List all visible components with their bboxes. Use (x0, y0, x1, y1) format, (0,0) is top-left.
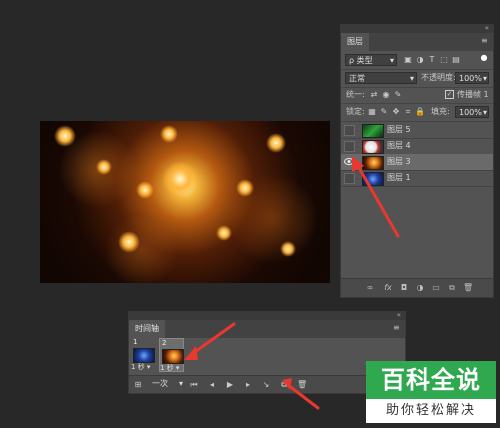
delete-frame-icon[interactable]: 🗑 (297, 380, 307, 390)
filter-row: ρ 类型 ▾ ▣ ◑ T ⬚ ▤ ● (341, 51, 493, 70)
timeline-frame[interactable]: 1 1 秒 ▾ (131, 338, 156, 372)
watermark-title: 百科全说 (366, 361, 496, 399)
adjustment-filter-icon[interactable]: ◑ (415, 55, 425, 65)
delete-layer-icon[interactable]: 🗑 (463, 283, 473, 293)
prev-frame-icon[interactable]: ◂ (207, 380, 217, 390)
lock-all-icon[interactable]: 🔒 (415, 107, 425, 117)
tab-timeline[interactable]: 时间轴 (129, 320, 165, 338)
unify-position-icon[interactable]: ⇄ (369, 90, 379, 100)
blend-mode-select[interactable]: 正常 ▾ (345, 72, 417, 84)
layer-row[interactable]: 图层 1 (341, 170, 493, 187)
fill-input[interactable]: 100% ▾ (455, 106, 489, 118)
fill-label: 填充: (431, 107, 450, 116)
burst-glow (54, 125, 76, 147)
layer-row[interactable]: 图层 3 (341, 154, 493, 171)
watermark-subtitle: 助你轻松解决 (366, 399, 496, 423)
timeline-frame[interactable]: 2 1 秒 ▾ (159, 338, 184, 372)
layers-tab-row: 图层 ≡ (341, 33, 493, 51)
tween-icon[interactable]: ↘ (261, 380, 271, 390)
lock-artboard-icon[interactable]: ⌗ (403, 107, 413, 117)
collapse-icon[interactable]: « (397, 311, 401, 319)
lock-label: 锁定: (346, 107, 365, 116)
frame-delay[interactable]: 1 秒 ▾ (160, 363, 185, 373)
burst-glow (236, 179, 254, 197)
frame-number: 1 (133, 338, 138, 346)
layers-bottom-bar: ∞ fx ◘ ◑ ▭ ⧉ 🗑 (341, 278, 493, 297)
eye-icon[interactable] (344, 157, 354, 166)
layers-panel: « 图层 ≡ ρ 类型 ▾ ▣ ◑ T ⬚ ▤ ● 正常 ▾ 不透明度: 100% ▾… (340, 24, 494, 298)
layer-name: 图层 4 (387, 141, 411, 150)
adjustment-layer-icon[interactable]: ◑ (415, 283, 425, 293)
new-layer-icon[interactable]: ⧉ (447, 283, 457, 293)
frame-number: 2 (162, 339, 167, 347)
timeline-collapse-bar[interactable]: « (129, 311, 405, 320)
burst-glow (162, 161, 198, 197)
burst-glow (96, 159, 112, 175)
unify-label: 统一: (346, 90, 365, 99)
shape-filter-icon[interactable]: ⬚ (439, 55, 449, 65)
collapse-icon[interactable]: « (485, 24, 489, 32)
visibility-toggle[interactable] (344, 125, 355, 136)
panel-menu-icon[interactable]: ≡ (481, 37, 489, 45)
pixel-filter-icon[interactable]: ▣ (403, 55, 413, 65)
unify-visibility-icon[interactable]: ◉ (381, 90, 391, 100)
next-frame-icon[interactable]: ▸ (243, 380, 253, 390)
burst-glow (136, 181, 154, 199)
first-frame-icon[interactable]: ⏮ (189, 380, 199, 390)
opacity-input[interactable]: 100% ▾ (455, 72, 489, 84)
visibility-toggle[interactable] (344, 173, 355, 184)
blend-row: 正常 ▾ 不透明度: 100% ▾ (341, 69, 493, 88)
loop-select[interactable]: 一次 ▾ (149, 378, 183, 390)
new-frame-icon[interactable]: ⧉ (279, 380, 289, 390)
play-icon[interactable]: ▶ (225, 380, 235, 390)
timeline-panel: « 时间轴 ≡ 1 1 秒 ▾ 2 1 秒 ▾ ⊞ 一次 ▾ ⏮ ◂ ▶ ▸ ↘ … (128, 311, 406, 394)
type-filter-icon[interactable]: T (427, 55, 437, 65)
panel-collapse-bar[interactable]: « (341, 24, 493, 33)
burst-glow (160, 125, 178, 143)
smart-object-filter-icon[interactable]: ▤ (451, 55, 461, 65)
document-canvas[interactable] (40, 121, 330, 283)
frame-delay[interactable]: 1 秒 ▾ (131, 362, 156, 372)
lock-pixels-icon[interactable]: ✎ (379, 107, 389, 117)
propagate-checkbox[interactable]: ✓ (445, 90, 454, 99)
add-mask-icon[interactable]: ◘ (399, 283, 409, 293)
layer-name: 图层 1 (387, 173, 411, 182)
watermark: 百科全说 助你轻松解决 (366, 361, 496, 423)
layer-style-icon[interactable]: fx (383, 283, 393, 293)
frame-thumbnail (162, 349, 184, 364)
layer-thumbnail (362, 156, 384, 170)
frame-thumbnail (133, 348, 155, 363)
unify-style-icon[interactable]: ✎ (393, 90, 403, 100)
layer-thumbnail (362, 172, 384, 186)
new-group-icon[interactable]: ▭ (431, 283, 441, 293)
visibility-toggle[interactable] (344, 141, 355, 152)
layer-name: 图层 5 (387, 125, 411, 134)
tab-layers[interactable]: 图层 (341, 33, 369, 51)
panel-menu-icon[interactable]: ≡ (393, 324, 401, 332)
burst-glow (216, 225, 232, 241)
burst-glow (266, 133, 286, 153)
burst-glow (280, 241, 296, 257)
layer-thumbnail (362, 124, 384, 138)
lock-position-icon[interactable]: ✥ (391, 107, 401, 117)
layer-thumbnail (362, 140, 384, 154)
convert-icon[interactable]: ⊞ (133, 380, 143, 390)
layer-name: 图层 3 (387, 157, 411, 166)
opacity-label: 不透明度: (421, 73, 456, 82)
burst-glow (118, 231, 140, 253)
filter-toggle-icon[interactable]: ● (479, 53, 489, 63)
unify-row: 统一: ⇄ ◉ ✎ ✓ 传播帧 1 (341, 87, 493, 104)
timeline-controls: ⊞ 一次 ▾ ⏮ ◂ ▶ ▸ ↘ ⧉ 🗑 (129, 375, 405, 393)
layer-row[interactable]: 图层 4 (341, 138, 493, 155)
lock-transparency-icon[interactable]: ▦ (367, 107, 377, 117)
link-layers-icon[interactable]: ∞ (365, 283, 375, 293)
timeline-tab-row: 时间轴 ≡ (129, 320, 405, 338)
lock-row: 锁定: ▦ ✎ ✥ ⌗ 🔒 填充: 100% ▾ (341, 103, 493, 122)
layer-row[interactable]: 图层 5 (341, 122, 493, 139)
filter-kind-select[interactable]: ρ 类型 ▾ (345, 54, 397, 66)
propagate-label: 传播帧 1 (457, 90, 489, 99)
